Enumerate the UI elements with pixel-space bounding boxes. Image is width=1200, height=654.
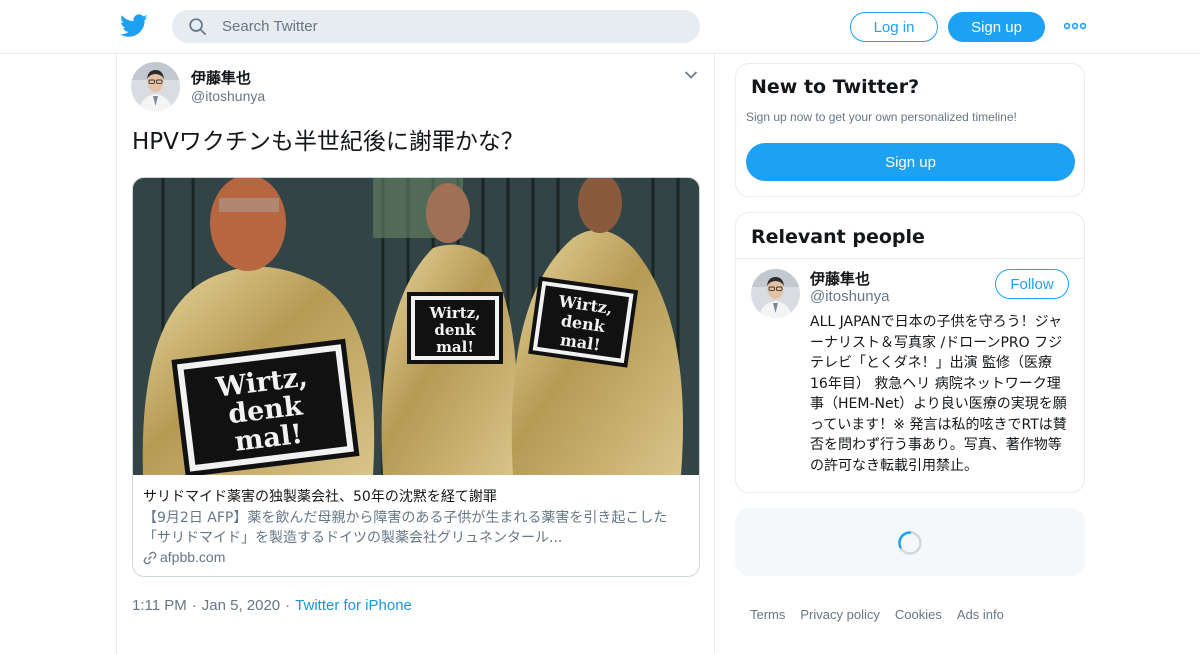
tweet-time[interactable]: 1:11 PM — [132, 597, 187, 614]
search-box[interactable] — [172, 10, 700, 43]
footer-link-terms[interactable]: Terms — [750, 607, 785, 622]
tweet-text: HPVワクチンも半世紀後に謝罪かな？ — [132, 129, 524, 155]
tweet-author-handle[interactable]: @itoshunya — [191, 88, 265, 104]
sign-text-line: denk — [434, 321, 476, 339]
card-domain-text[interactable]: afpbb.com — [160, 549, 225, 565]
more-dots-icon[interactable] — [1064, 20, 1086, 32]
tweet-author-name[interactable]: 伊藤隼也 — [191, 67, 251, 88]
sidebar-signup-button[interactable]: Sign up — [746, 143, 1075, 181]
tweet-column: 伊藤隼也 @itoshunya HPVワクチンも半世紀後に謝罪かな？ Wirtz… — [116, 54, 715, 654]
card-domain[interactable]: afpbb.com — [143, 548, 225, 565]
follow-button[interactable]: Follow — [995, 269, 1069, 299]
sign-text-line: Wirtz, — [429, 304, 481, 322]
person-bio: ALL JAPANで日本の子供を守ろう！ジャーナリスト＆写真家 /ドローンPRO… — [810, 314, 1067, 474]
link-card[interactable]: Wirtz, denk mal! Wirtz, denk mal! Wirtz,… — [132, 177, 700, 577]
card-title[interactable]: サリドマイド薬害の独製薬会社、50年の沈黙を経て謝罪 — [143, 486, 497, 506]
footer-links: Terms Privacy policy Cookies Ads info — [750, 607, 1019, 622]
person-name[interactable]: 伊藤隼也 — [810, 268, 870, 289]
user-photo-icon — [751, 269, 800, 318]
tweet-metadata: 1:11 PM · Jan 5, 2020 · Twitter for iPho… — [132, 597, 412, 614]
card-description: 【9月2日 AFP】薬を飲んだ母親から障害のある子供が生まれる薬害を引き起こした… — [143, 510, 668, 546]
search-icon — [189, 18, 206, 35]
avatar[interactable] — [751, 269, 800, 318]
separator-dot: · — [285, 597, 291, 614]
tweet-date[interactable]: Jan 5, 2020 — [202, 597, 280, 614]
loading-module — [735, 508, 1085, 576]
separator-dot: · — [191, 597, 197, 614]
signup-button[interactable]: Sign up — [948, 12, 1045, 42]
divider — [736, 258, 1084, 259]
footer-link-ads-info[interactable]: Ads info — [957, 607, 1004, 622]
footer-link-privacy[interactable]: Privacy policy — [800, 607, 879, 622]
chevron-down-icon[interactable] — [684, 70, 698, 80]
footer-link-cookies[interactable]: Cookies — [895, 607, 942, 622]
relevant-people-module: Relevant people 伊藤隼也 @itoshunya Follow A… — [735, 212, 1085, 493]
module-title: New to Twitter? — [751, 76, 920, 98]
top-navigation-bar: Log in Sign up — [0, 0, 1200, 54]
loading-spinner-icon — [898, 531, 922, 555]
twitter-bird-icon[interactable] — [120, 13, 148, 39]
search-input[interactable] — [222, 10, 682, 43]
person-handle[interactable]: @itoshunya — [810, 288, 889, 305]
new-to-twitter-module: New to Twitter? Sign up now to get your … — [735, 63, 1085, 197]
module-subtitle: Sign up now to get your own personalized… — [746, 110, 1017, 124]
tweet-source-link[interactable]: Twitter for iPhone — [295, 597, 412, 614]
module-title: Relevant people — [751, 226, 925, 248]
avatar[interactable] — [131, 62, 180, 111]
user-photo-icon — [131, 62, 180, 111]
card-image: Wirtz, denk mal! Wirtz, denk mal! Wirtz,… — [133, 178, 699, 475]
link-icon — [143, 551, 157, 565]
sign-text-line: mal! — [436, 338, 474, 356]
login-button[interactable]: Log in — [850, 12, 938, 42]
